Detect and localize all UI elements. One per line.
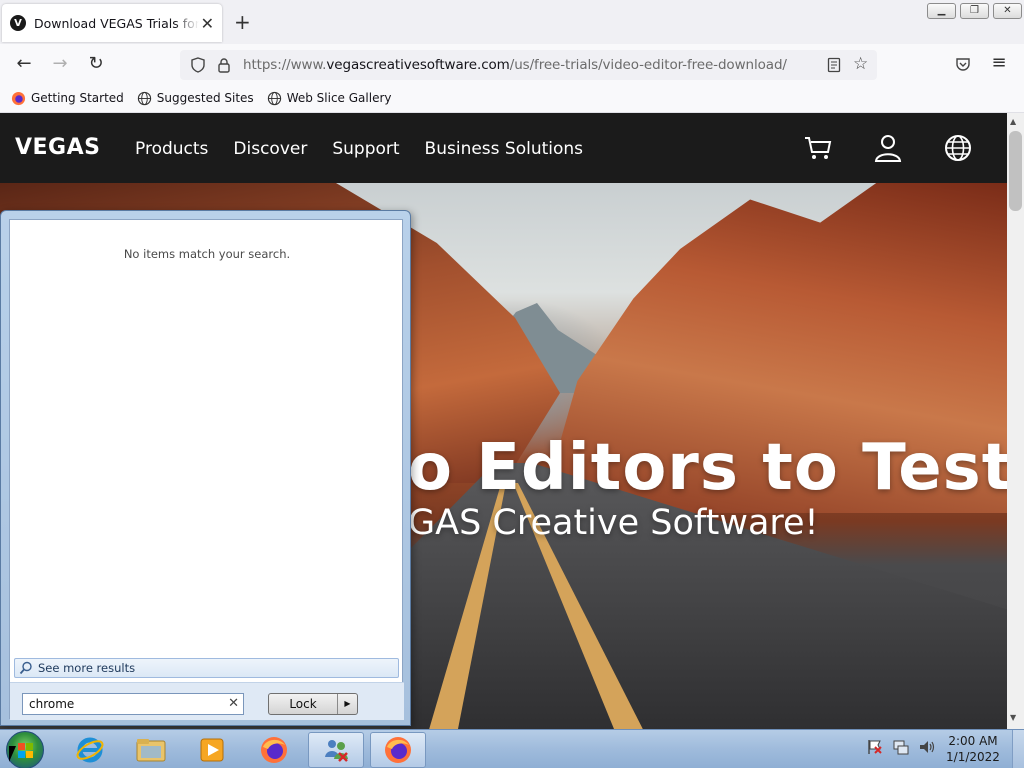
firefox-icon [261, 737, 287, 763]
file-explorer-icon [136, 739, 166, 762]
close-tab-icon[interactable]: ✕ [201, 14, 214, 33]
url-bar[interactable]: https://www.vegascreativesoftware.com/us… [180, 50, 877, 80]
network-status-icon[interactable] [892, 738, 910, 756]
nav-products[interactable]: Products [135, 139, 208, 159]
new-tab-icon[interactable]: + [234, 10, 251, 34]
tab-title: Download VEGAS Trials for Free [34, 15, 199, 31]
nav-business-solutions[interactable]: Business Solutions [425, 139, 583, 159]
see-more-results-button[interactable]: See more results [14, 658, 399, 678]
clock-date: 1/1/2022 [946, 750, 1000, 764]
globe-icon [137, 91, 151, 105]
navigation-bar: ← → ↻ https://www.vegascreativesoftware.… [0, 44, 1024, 84]
forward-arrow-icon[interactable]: → [49, 53, 71, 74]
tab-bar: V Download VEGAS Trials for Free ✕ + ▁ ❐… [0, 0, 1024, 44]
system-tray [866, 738, 936, 756]
scroll-up-icon[interactable]: ▲ [1010, 117, 1016, 126]
lock-icon[interactable] [217, 57, 231, 73]
hero-title: o Editors to Test: [408, 431, 1007, 505]
lock-button-label: Lock [289, 697, 317, 711]
start-menu-results-panel: No items match your search. See more res… [9, 219, 404, 720]
hamburger-menu-icon[interactable]: ≡ [988, 52, 1010, 73]
reader-view-icon[interactable] [827, 57, 841, 73]
no-results-message: No items match your search. [123, 247, 291, 261]
taskbar-internet-explorer[interactable] [62, 732, 118, 768]
globe-icon [267, 91, 281, 105]
bookmark-star-icon[interactable]: ☆ [853, 54, 868, 74]
bookmarks-toolbar: Getting Started Suggested Sites Web Slic… [0, 84, 1024, 113]
start-menu-bottom-bar: chrome ✕ Lock ▶ [10, 682, 404, 720]
back-arrow-icon[interactable]: ← [13, 53, 35, 74]
vegas-favicon-icon: V [10, 15, 26, 31]
clear-search-icon[interactable]: ✕ [228, 696, 239, 711]
bookmark-web-slice-gallery[interactable]: Web Slice Gallery [267, 91, 391, 106]
start-search-input[interactable]: chrome ✕ [22, 693, 244, 715]
firefox-icon [385, 737, 411, 763]
minimize-button[interactable]: ▁ [927, 3, 956, 19]
restore-button[interactable]: ❐ [960, 3, 989, 19]
vegas-logo[interactable]: VEGAS [15, 135, 100, 160]
taskbar-firefox[interactable] [246, 732, 302, 768]
power-options-arrow-icon[interactable]: ▶ [337, 694, 357, 714]
clock-time: 2:00 AM [948, 734, 998, 748]
bookmark-getting-started[interactable]: Getting Started [11, 91, 124, 106]
nav-discover[interactable]: Discover [233, 139, 307, 159]
taskbar-firefox-window[interactable] [370, 732, 426, 768]
volume-icon[interactable] [918, 738, 936, 756]
scroll-down-icon[interactable]: ▼ [1010, 713, 1016, 722]
reload-icon[interactable]: ↻ [85, 53, 107, 74]
page-scrollbar[interactable]: ▲ ▼ [1007, 113, 1024, 729]
tracking-shield-icon[interactable] [190, 57, 206, 73]
bookmark-suggested-sites[interactable]: Suggested Sites [137, 91, 254, 106]
taskbar-media-player[interactable] [184, 732, 240, 768]
network-users-icon [325, 740, 348, 762]
taskbar-file-explorer[interactable] [123, 732, 179, 768]
site-main-nav: Products Discover Support Business Solut… [135, 139, 583, 159]
taskbar-network-users[interactable] [308, 732, 364, 768]
pocket-icon[interactable] [955, 56, 971, 72]
media-player-icon [200, 738, 224, 762]
show-desktop-button[interactable] [1012, 730, 1024, 768]
internet-explorer-icon [76, 737, 104, 763]
window-controls: ▁ ❐ ✕ [927, 3, 1022, 19]
cart-icon[interactable] [803, 133, 833, 163]
firefox-icon [11, 91, 26, 105]
lock-button[interactable]: Lock ▶ [268, 693, 358, 715]
tab-vegas[interactable]: V Download VEGAS Trials for Free ✕ [2, 4, 222, 42]
scrollbar-thumb[interactable] [1009, 131, 1022, 211]
system-clock[interactable]: 2:00 AM 1/1/2022 [938, 733, 1008, 765]
user-account-icon[interactable] [873, 133, 903, 163]
site-header: VEGAS Products Discover Support Business… [0, 113, 1007, 183]
start-menu: No items match your search. See more res… [0, 210, 411, 726]
close-window-button[interactable]: ✕ [993, 3, 1022, 19]
mouse-cursor-icon [9, 746, 16, 762]
url-text[interactable]: https://www.vegascreativesoftware.com/us… [243, 57, 787, 73]
search-icon [19, 661, 32, 675]
taskbar: 2:00 AM 1/1/2022 [0, 729, 1024, 768]
language-globe-icon[interactable] [943, 133, 973, 163]
nav-support[interactable]: Support [332, 139, 399, 159]
action-center-flag-icon[interactable] [866, 738, 884, 756]
hero-subtitle: GAS Creative Software! [408, 503, 819, 543]
